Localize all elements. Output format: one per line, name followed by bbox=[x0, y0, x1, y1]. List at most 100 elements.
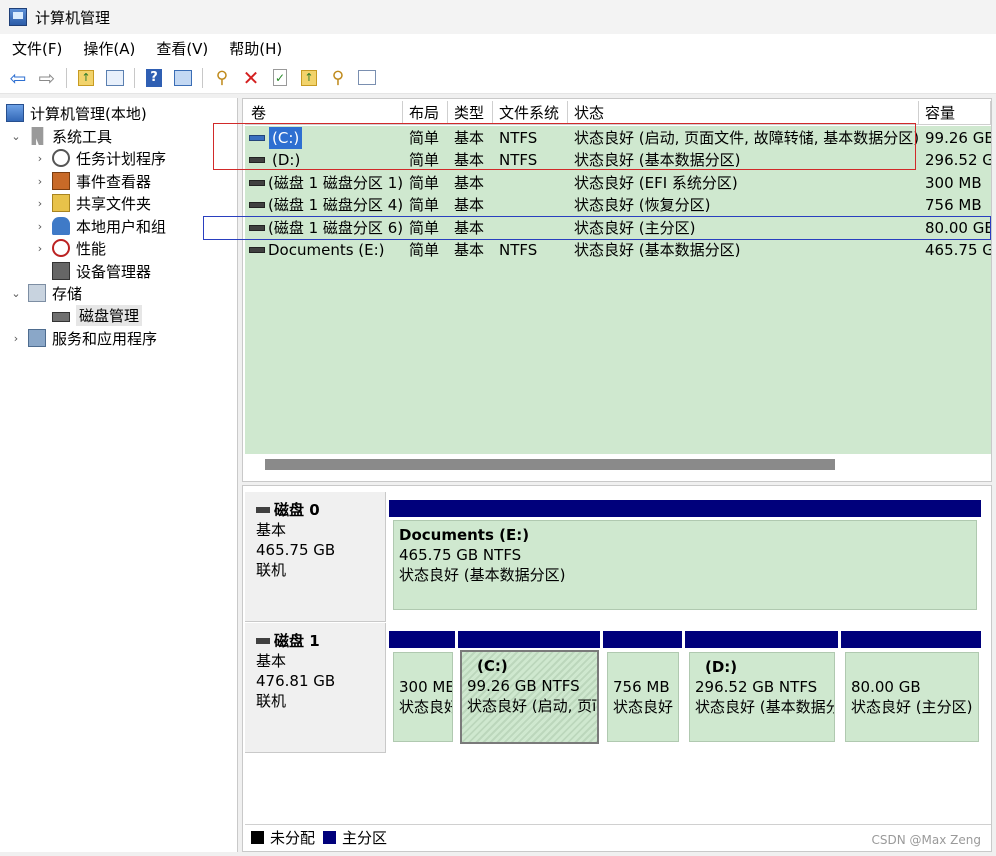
disk-icon bbox=[256, 507, 270, 513]
connect-button[interactable]: ⚲ bbox=[210, 66, 234, 90]
partition-status: 状态良好 (基本数据分区) bbox=[399, 566, 566, 584]
tree-item-performance[interactable]: › 性能 bbox=[34, 237, 106, 259]
tree-item-label: 计算机管理(本地) bbox=[30, 104, 147, 123]
column-header-status[interactable]: 状态 bbox=[568, 101, 919, 125]
shared-folder-icon bbox=[52, 194, 70, 212]
properties-button[interactable]: ✓ bbox=[268, 66, 292, 90]
tree-item-label: 磁盘管理 bbox=[76, 304, 143, 326]
event-viewer-icon bbox=[52, 172, 70, 190]
export-button[interactable]: ↑ bbox=[297, 66, 321, 90]
menu-file[interactable]: 文件(F) bbox=[0, 38, 71, 59]
column-header-filesystem[interactable]: 文件系统 bbox=[493, 101, 568, 125]
partition-status: 状态良好 bbox=[613, 698, 674, 716]
action-pane-button[interactable] bbox=[171, 66, 195, 90]
disk-name: 磁盘 1 bbox=[256, 631, 385, 651]
table-row[interactable]: (磁盘 1 磁盘分区 4) 简单 基本 状态良好 (恢复分区) 756 MB bbox=[245, 194, 991, 216]
tree-item-local-users[interactable]: › 本地用户和组 bbox=[34, 215, 166, 237]
computer-icon bbox=[6, 104, 24, 122]
partition-size: 99.26 GB NTFS bbox=[467, 677, 580, 695]
forward-arrow-icon: ⇨ bbox=[38, 65, 56, 90]
column-header-type[interactable]: 类型 bbox=[448, 101, 493, 125]
volume-table-body: (C:) 简单 基本 NTFS 状态良好 (启动, 页面文件, 故障转储, 基本… bbox=[245, 126, 991, 454]
legend-label: 未分配 bbox=[270, 829, 316, 847]
show-hide-tree-button[interactable] bbox=[103, 66, 127, 90]
tree-item-storage[interactable]: ⌄ 存储 bbox=[10, 282, 82, 304]
table-row[interactable]: (磁盘 1 磁盘分区 1) 简单 基本 状态良好 (EFI 系统分区) 300 … bbox=[245, 172, 991, 194]
table-row[interactable]: Documents (E:) 简单 基本 NTFS 状态良好 (基本数据分区) … bbox=[245, 239, 991, 261]
delete-icon: ✕ bbox=[242, 65, 260, 90]
tree-item-device-manager[interactable]: 设备管理器 bbox=[52, 260, 151, 282]
tree-item-root[interactable]: 计算机管理(本地) bbox=[6, 102, 147, 124]
legend-item: 未分配 bbox=[251, 827, 315, 848]
column-header-volume[interactable]: 卷 bbox=[245, 101, 403, 125]
properties-icon: ✓ bbox=[273, 69, 287, 86]
volume-layout: 简单 bbox=[409, 174, 440, 192]
partition-documents-e[interactable]: Documents (E:) 465.75 GB NTFS 状态良好 (基本数据… bbox=[393, 520, 977, 610]
tree-item-label: 共享文件夹 bbox=[76, 194, 152, 213]
tree-item-event-viewer[interactable]: › 事件查看器 bbox=[34, 170, 151, 192]
column-header-capacity[interactable]: 容量 bbox=[919, 101, 991, 125]
tools-icon bbox=[31, 127, 44, 145]
export-icon: ↑ bbox=[301, 69, 317, 86]
partition-efi[interactable]: 300 ME 状态良好 bbox=[393, 652, 453, 742]
toolbar-separator bbox=[134, 67, 135, 88]
partition-header-bar bbox=[389, 500, 981, 517]
up-one-level-button[interactable]: ↑ bbox=[74, 66, 98, 90]
partition-d[interactable]: (D:) 296.52 GB NTFS 状态良好 (基本数据分 bbox=[689, 652, 835, 742]
tree-item-label: 本地用户和组 bbox=[76, 217, 167, 236]
chevron-right-icon[interactable]: › bbox=[34, 175, 46, 188]
chevron-right-icon[interactable]: › bbox=[34, 220, 46, 233]
partition-header-bar bbox=[389, 631, 455, 648]
tree-item-disk-management[interactable]: 磁盘管理 bbox=[52, 304, 143, 326]
column-header-layout[interactable]: 布局 bbox=[403, 101, 448, 125]
partition-name: (D:) bbox=[705, 658, 738, 676]
partition-primary-6[interactable]: 80.00 GB 状态良好 (主分区) bbox=[845, 652, 979, 742]
tree-item-label: 任务计划程序 bbox=[76, 149, 167, 168]
volume-capacity: 756 MB bbox=[925, 196, 982, 214]
chevron-down-icon[interactable]: ⌄ bbox=[10, 287, 22, 300]
users-icon bbox=[52, 217, 70, 235]
services-icon bbox=[28, 329, 46, 347]
toolbar-separator bbox=[66, 67, 67, 88]
volume-name: (磁盘 1 磁盘分区 1) bbox=[268, 174, 404, 192]
disk-state: 联机 bbox=[256, 561, 287, 579]
delete-button[interactable]: ✕ bbox=[239, 66, 263, 90]
title-bar: 计算机管理 bbox=[0, 0, 996, 34]
disk-size: 465.75 GB bbox=[256, 541, 336, 559]
back-button[interactable]: ⇦ bbox=[6, 66, 30, 90]
chevron-right-icon[interactable]: › bbox=[34, 197, 46, 210]
partition-c[interactable]: (C:) 99.26 GB NTFS 状态良好 (启动, 页ī bbox=[460, 650, 599, 744]
disk-0-info[interactable]: 磁盘 0 基本 465.75 GB 联机 bbox=[245, 492, 386, 622]
partition-name: (C:) bbox=[477, 657, 508, 675]
tree-item-services-apps[interactable]: › 服务和应用程序 bbox=[10, 327, 157, 349]
tree-item-system-tools[interactable]: ⌄ 系统工具 bbox=[10, 125, 112, 147]
search-button[interactable]: ⚲ bbox=[326, 66, 350, 90]
volume-capacity: 99.26 GB bbox=[925, 129, 992, 147]
connect-icon: ⚲ bbox=[215, 67, 229, 88]
disk-kind: 基本 bbox=[256, 652, 287, 670]
chevron-right-icon[interactable]: › bbox=[34, 242, 46, 255]
help-button[interactable]: ? bbox=[142, 66, 166, 90]
partition-size: 756 MB bbox=[613, 678, 670, 696]
disk-icon bbox=[256, 638, 270, 644]
tree-item-task-scheduler[interactable]: › 任务计划程序 bbox=[34, 147, 166, 169]
menu-help[interactable]: 帮助(H) bbox=[217, 38, 291, 59]
partition-header-bar bbox=[603, 631, 682, 648]
horizontal-scrollbar[interactable] bbox=[265, 459, 835, 470]
chevron-down-icon[interactable]: ⌄ bbox=[10, 130, 22, 143]
tree-item-shared-folders[interactable]: › 共享文件夹 bbox=[34, 192, 151, 214]
toolbar-separator bbox=[202, 67, 203, 88]
partition-recovery[interactable]: 756 MB 状态良好 bbox=[607, 652, 679, 742]
volume-filesystem: NTFS bbox=[499, 241, 538, 259]
partition-status: 状态良好 bbox=[399, 698, 452, 716]
chevron-right-icon[interactable]: › bbox=[34, 152, 46, 165]
disk-icon bbox=[249, 202, 265, 208]
disk-1-info[interactable]: 磁盘 1 基本 476.81 GB 联机 bbox=[245, 623, 386, 753]
forward-button[interactable]: ⇨ bbox=[35, 66, 59, 90]
chevron-right-icon[interactable]: › bbox=[10, 332, 22, 345]
storage-icon bbox=[28, 284, 46, 302]
menu-view[interactable]: 查看(V) bbox=[144, 38, 217, 59]
list-button[interactable] bbox=[355, 66, 379, 90]
tree-item-label: 服务和应用程序 bbox=[52, 329, 158, 348]
menu-action[interactable]: 操作(A) bbox=[71, 38, 144, 59]
